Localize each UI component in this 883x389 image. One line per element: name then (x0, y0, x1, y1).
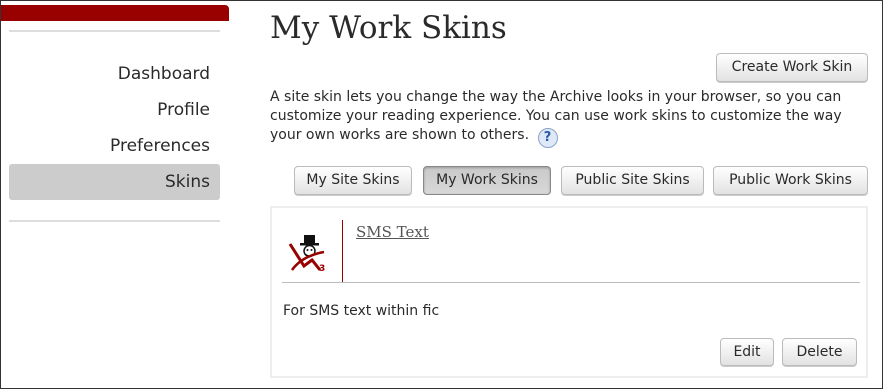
skin-description: For SMS text within fic (283, 303, 440, 319)
skin-title-link[interactable]: SMS Text (356, 223, 429, 241)
sidebar: Dashboard Profile Preferences Skins (0, 0, 232, 389)
skin-card: 3 SMS Text For SMS text within fic Edit … (270, 206, 868, 378)
sidebar-divider-bottom (9, 220, 220, 222)
ao3-skin-icon: 3 (288, 235, 325, 274)
sidebar-divider-top (9, 30, 220, 32)
tab-public-site-skins[interactable]: Public Site Skins (561, 166, 704, 195)
intro-paragraph: A site skin lets you change the way the … (270, 88, 870, 148)
edit-button[interactable]: Edit (720, 338, 774, 366)
card-divider-horizontal (282, 282, 860, 283)
svg-text:3: 3 (319, 264, 325, 274)
tab-public-work-skins[interactable]: Public Work Skins (713, 166, 868, 195)
create-work-skin-button[interactable]: Create Work Skin (716, 53, 868, 82)
sidebar-item-skins[interactable]: Skins (9, 164, 220, 200)
sidebar-nav: Dashboard Profile Preferences Skins (9, 56, 220, 200)
sidebar-item-profile[interactable]: Profile (9, 92, 220, 128)
tab-my-site-skins[interactable]: My Site Skins (294, 166, 412, 195)
card-divider-vertical (342, 220, 343, 282)
delete-button[interactable]: Delete (782, 338, 857, 366)
page-title: My Work Skins (270, 10, 507, 46)
tab-my-work-skins[interactable]: My Work Skins (423, 166, 551, 195)
sidebar-item-preferences[interactable]: Preferences (9, 128, 220, 164)
sidebar-item-dashboard[interactable]: Dashboard (9, 56, 220, 92)
brand-header-bar (0, 5, 229, 21)
help-icon[interactable]: ? (537, 128, 558, 148)
